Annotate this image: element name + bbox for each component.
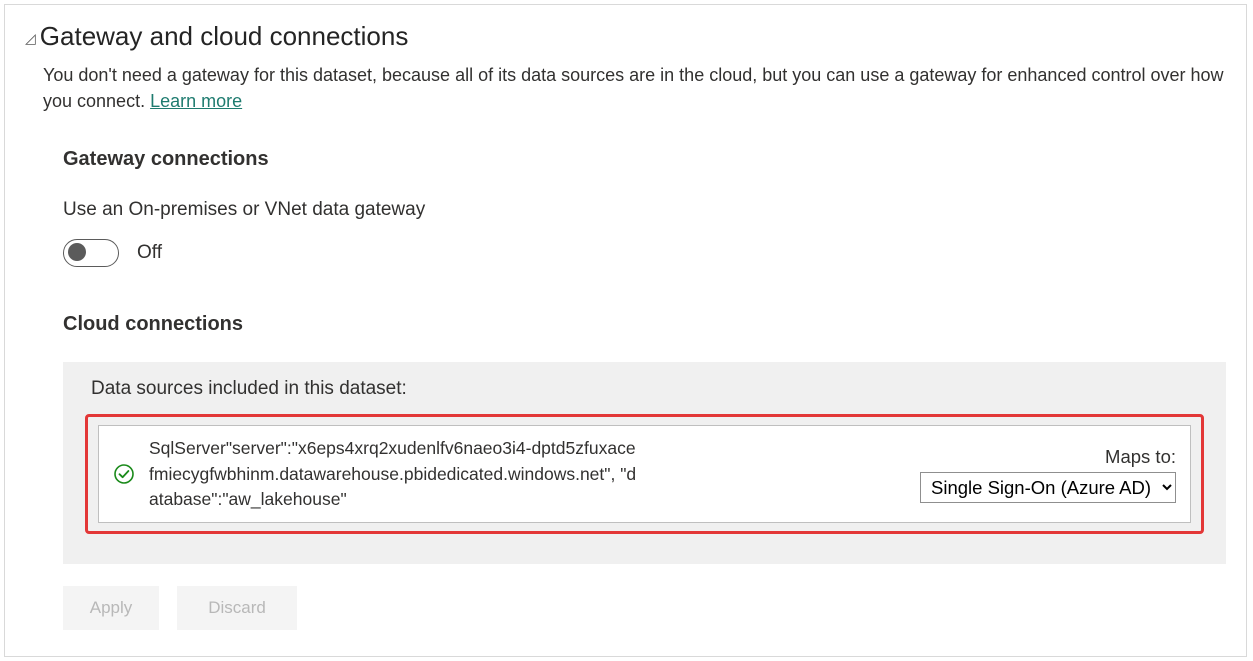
apply-button[interactable]: Apply <box>63 586 159 630</box>
highlighted-datasource-frame: SqlServer"server":"x6eps4xrq2xudenlfv6na… <box>85 414 1204 534</box>
gateway-toggle-row: Off <box>63 239 1226 267</box>
gateway-toggle-label: Use an On-premises or VNet data gateway <box>63 199 1226 221</box>
discard-button[interactable]: Discard <box>177 586 297 630</box>
maps-to-select[interactable]: Single Sign-On (Azure AD) <box>920 472 1176 503</box>
checkmark-circle-icon <box>113 463 135 485</box>
maps-to-label: Maps to: <box>1105 446 1176 468</box>
action-button-row: Apply Discard <box>63 586 1226 630</box>
cloud-connections-heading: Cloud connections <box>63 313 1226 336</box>
data-sources-title: Data sources included in this dataset: <box>91 378 1204 400</box>
gateway-toggle-state: Off <box>137 242 162 264</box>
data-sources-block: Data sources included in this dataset: S… <box>63 362 1226 564</box>
toggle-knob <box>68 243 86 261</box>
collapse-triangle-icon[interactable]: ◿ <box>25 31 36 45</box>
inner-content: Gateway connections Use an On-premises o… <box>63 148 1226 630</box>
datasource-text: SqlServer"server":"x6eps4xrq2xudenlfv6na… <box>149 436 639 512</box>
section-header[interactable]: ◿ Gateway and cloud connections <box>25 21 1226 52</box>
gateway-toggle[interactable] <box>63 239 119 267</box>
gateway-connections-heading: Gateway connections <box>63 148 1226 171</box>
section-title: Gateway and cloud connections <box>40 21 409 52</box>
datasource-card: SqlServer"server":"x6eps4xrq2xudenlfv6na… <box>98 425 1191 523</box>
section-description: You don't need a gateway for this datase… <box>43 62 1226 114</box>
maps-to-column: Maps to: Single Sign-On (Azure AD) <box>920 446 1176 503</box>
learn-more-link[interactable]: Learn more <box>150 91 242 111</box>
gateway-cloud-panel: ◿ Gateway and cloud connections You don'… <box>4 4 1247 657</box>
